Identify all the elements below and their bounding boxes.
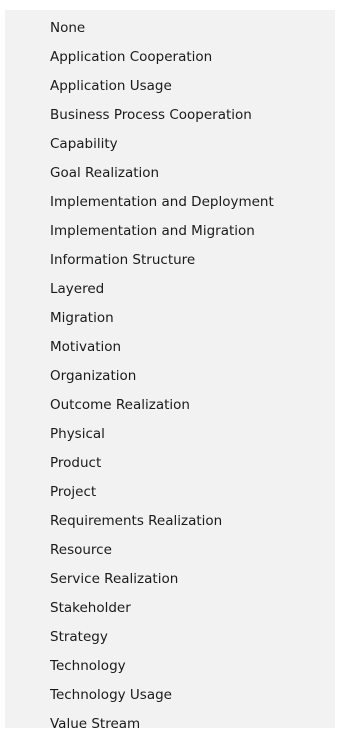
menu-item-strategy[interactable]: Strategy (5, 623, 335, 652)
menu-item-technology-usage[interactable]: Technology Usage (5, 681, 335, 710)
menu-item-value-stream[interactable]: Value Stream (5, 710, 335, 739)
menu-item-implementation-and-deployment[interactable]: Implementation and Deployment (5, 188, 335, 217)
menu-item-none[interactable]: None (5, 14, 335, 43)
menu-item-project[interactable]: Project (5, 478, 335, 507)
menu-item-requirements-realization[interactable]: Requirements Realization (5, 507, 335, 536)
menu-item-product[interactable]: Product (5, 449, 335, 478)
menu-item-physical[interactable]: Physical (5, 420, 335, 449)
menu-item-business-process-cooperation[interactable]: Business Process Cooperation (5, 101, 335, 130)
menu-item-application-cooperation[interactable]: Application Cooperation (5, 43, 335, 72)
menu-item-migration[interactable]: Migration (5, 304, 335, 333)
menu-item-service-realization[interactable]: Service Realization (5, 565, 335, 594)
menu-item-goal-realization[interactable]: Goal Realization (5, 159, 335, 188)
menu-item-information-structure[interactable]: Information Structure (5, 246, 335, 275)
menu-item-stakeholder[interactable]: Stakeholder (5, 594, 335, 623)
menu-item-organization[interactable]: Organization (5, 362, 335, 391)
menu-item-technology[interactable]: Technology (5, 652, 335, 681)
menu-item-capability[interactable]: Capability (5, 130, 335, 159)
menu-item-resource[interactable]: Resource (5, 536, 335, 565)
menu-item-outcome-realization[interactable]: Outcome Realization (5, 391, 335, 420)
menu-item-application-usage[interactable]: Application Usage (5, 72, 335, 101)
menu-item-motivation[interactable]: Motivation (5, 333, 335, 362)
viewpoint-menu: None Application Cooperation Application… (5, 10, 335, 732)
menu-item-layered[interactable]: Layered (5, 275, 335, 304)
menu-item-implementation-and-migration[interactable]: Implementation and Migration (5, 217, 335, 246)
